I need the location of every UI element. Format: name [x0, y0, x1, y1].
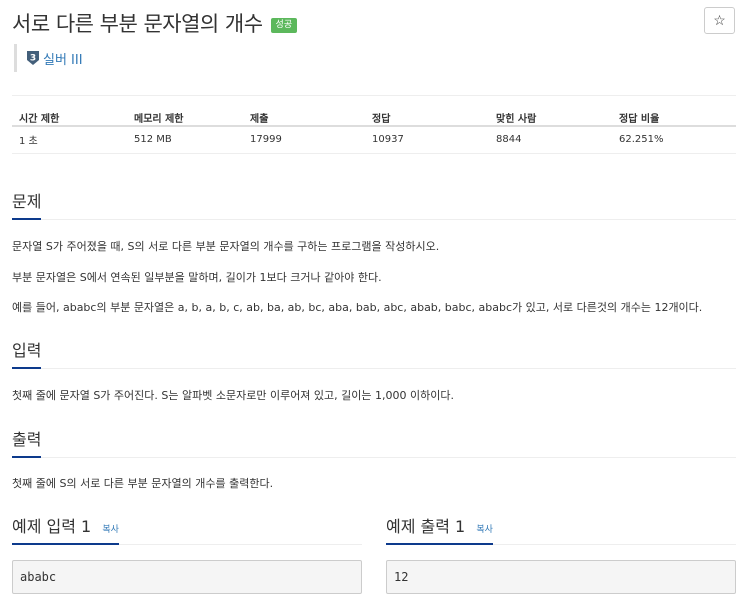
tier-number: 3	[30, 54, 36, 64]
info-table-header-row: 시간 제한 메모리 제한 제출 정답 맞힌 사람 정답 비율	[12, 95, 736, 127]
time-limit-value: 1 초	[12, 126, 127, 154]
solved-users-value: 8844	[489, 126, 612, 154]
input-heading: 입력	[12, 337, 42, 369]
sample-input-copy-button[interactable]: 복사	[102, 525, 119, 535]
output-heading: 출력	[12, 426, 42, 458]
accept-ratio-value: 62.251%	[612, 126, 736, 154]
problem-heading: 문제	[12, 188, 42, 220]
problem-info-table: 시간 제한 메모리 제한 제출 정답 맞힌 사람 정답 비율 1 초 512 M…	[12, 95, 736, 154]
silver-tier-icon: 3	[27, 51, 39, 65]
problem-description-line-2: 부분 문자열은 S에서 연속된 일부분을 말하며, 길이가 1보다 크거나 같아…	[12, 271, 382, 284]
sample-input-label: 예제 입력 1	[12, 517, 92, 536]
table-row: 1 초 512 MB 17999 10937 8844 62.251%	[12, 126, 736, 154]
sample-output-heading: 예제 출력 1 복사	[386, 513, 736, 545]
header-time-limit: 시간 제한	[12, 95, 127, 127]
sample-input-heading: 예제 입력 1 복사	[12, 513, 362, 545]
output-section-heading: 출력	[12, 426, 736, 458]
sample-output-heading-inner: 예제 출력 1 복사	[386, 513, 493, 545]
input-section-heading: 입력	[12, 337, 736, 369]
problem-description-line-3: 예를 들어, ababc의 부분 문자열은 a, b, a, b, c, ab,…	[12, 301, 703, 314]
status-badge: 성공	[270, 17, 298, 33]
tier-link[interactable]: 3 실버 III	[14, 44, 83, 72]
problem-description-line-1: 문자열 S가 주어졌을 때, S의 서로 다른 부분 문자열의 개수를 구하는 …	[12, 240, 440, 253]
header-submissions: 제출	[243, 95, 365, 127]
sample-output-box[interactable]: 12	[386, 560, 736, 594]
sample-input-box[interactable]: ababc	[12, 560, 362, 594]
header-solved-users: 맞힌 사람	[489, 95, 612, 127]
sample-output-copy-button[interactable]: 복사	[476, 525, 493, 535]
favorite-star-button[interactable]: ☆	[704, 7, 735, 34]
problem-title-row: 서로 다른 부분 문자열의 개수 성공	[12, 6, 298, 40]
header-memory-limit: 메모리 제한	[127, 95, 243, 127]
header-accepted: 정답	[365, 95, 489, 127]
sample-input-heading-inner: 예제 입력 1 복사	[12, 513, 119, 545]
input-description: 첫째 줄에 문자열 S가 주어진다. S는 알파벳 소문자로만 이루어져 있고,…	[12, 389, 454, 402]
accepted-value: 10937	[365, 126, 489, 154]
header-accept-ratio: 정답 비율	[612, 95, 736, 127]
sample-output-label: 예제 출력 1	[386, 517, 466, 536]
output-description: 첫째 줄에 S의 서로 다른 부분 문자열의 개수를 출력한다.	[12, 477, 274, 490]
tier-label: 실버 III	[43, 52, 83, 68]
submissions-value: 17999	[243, 126, 365, 154]
memory-limit-value: 512 MB	[127, 126, 243, 154]
problem-section-heading: 문제	[12, 188, 736, 220]
star-icon: ☆	[713, 12, 726, 28]
problem-title: 서로 다른 부분 문자열의 개수	[12, 12, 263, 36]
